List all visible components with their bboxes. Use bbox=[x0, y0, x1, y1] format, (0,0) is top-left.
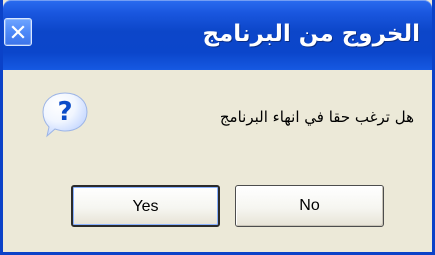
close-icon bbox=[11, 25, 25, 39]
no-button[interactable]: No bbox=[235, 185, 384, 227]
close-button[interactable] bbox=[4, 18, 32, 46]
question-icon: ? bbox=[42, 92, 88, 138]
title-bar: الخروج من البرنامج bbox=[3, 0, 432, 70]
svg-text:?: ? bbox=[57, 97, 72, 127]
dialog-content: ? هل ترغب حقا في انهاء البرنامج Yes No bbox=[3, 70, 432, 252]
window-title: الخروج من البرنامج bbox=[202, 21, 420, 47]
exit-dialog-window: الخروج من البرنامج ? هل ترغب حقا في انها… bbox=[0, 0, 435, 255]
dialog-message: هل ترغب حقا في انهاء البرنامج bbox=[219, 108, 414, 126]
yes-button[interactable]: Yes bbox=[71, 185, 220, 227]
